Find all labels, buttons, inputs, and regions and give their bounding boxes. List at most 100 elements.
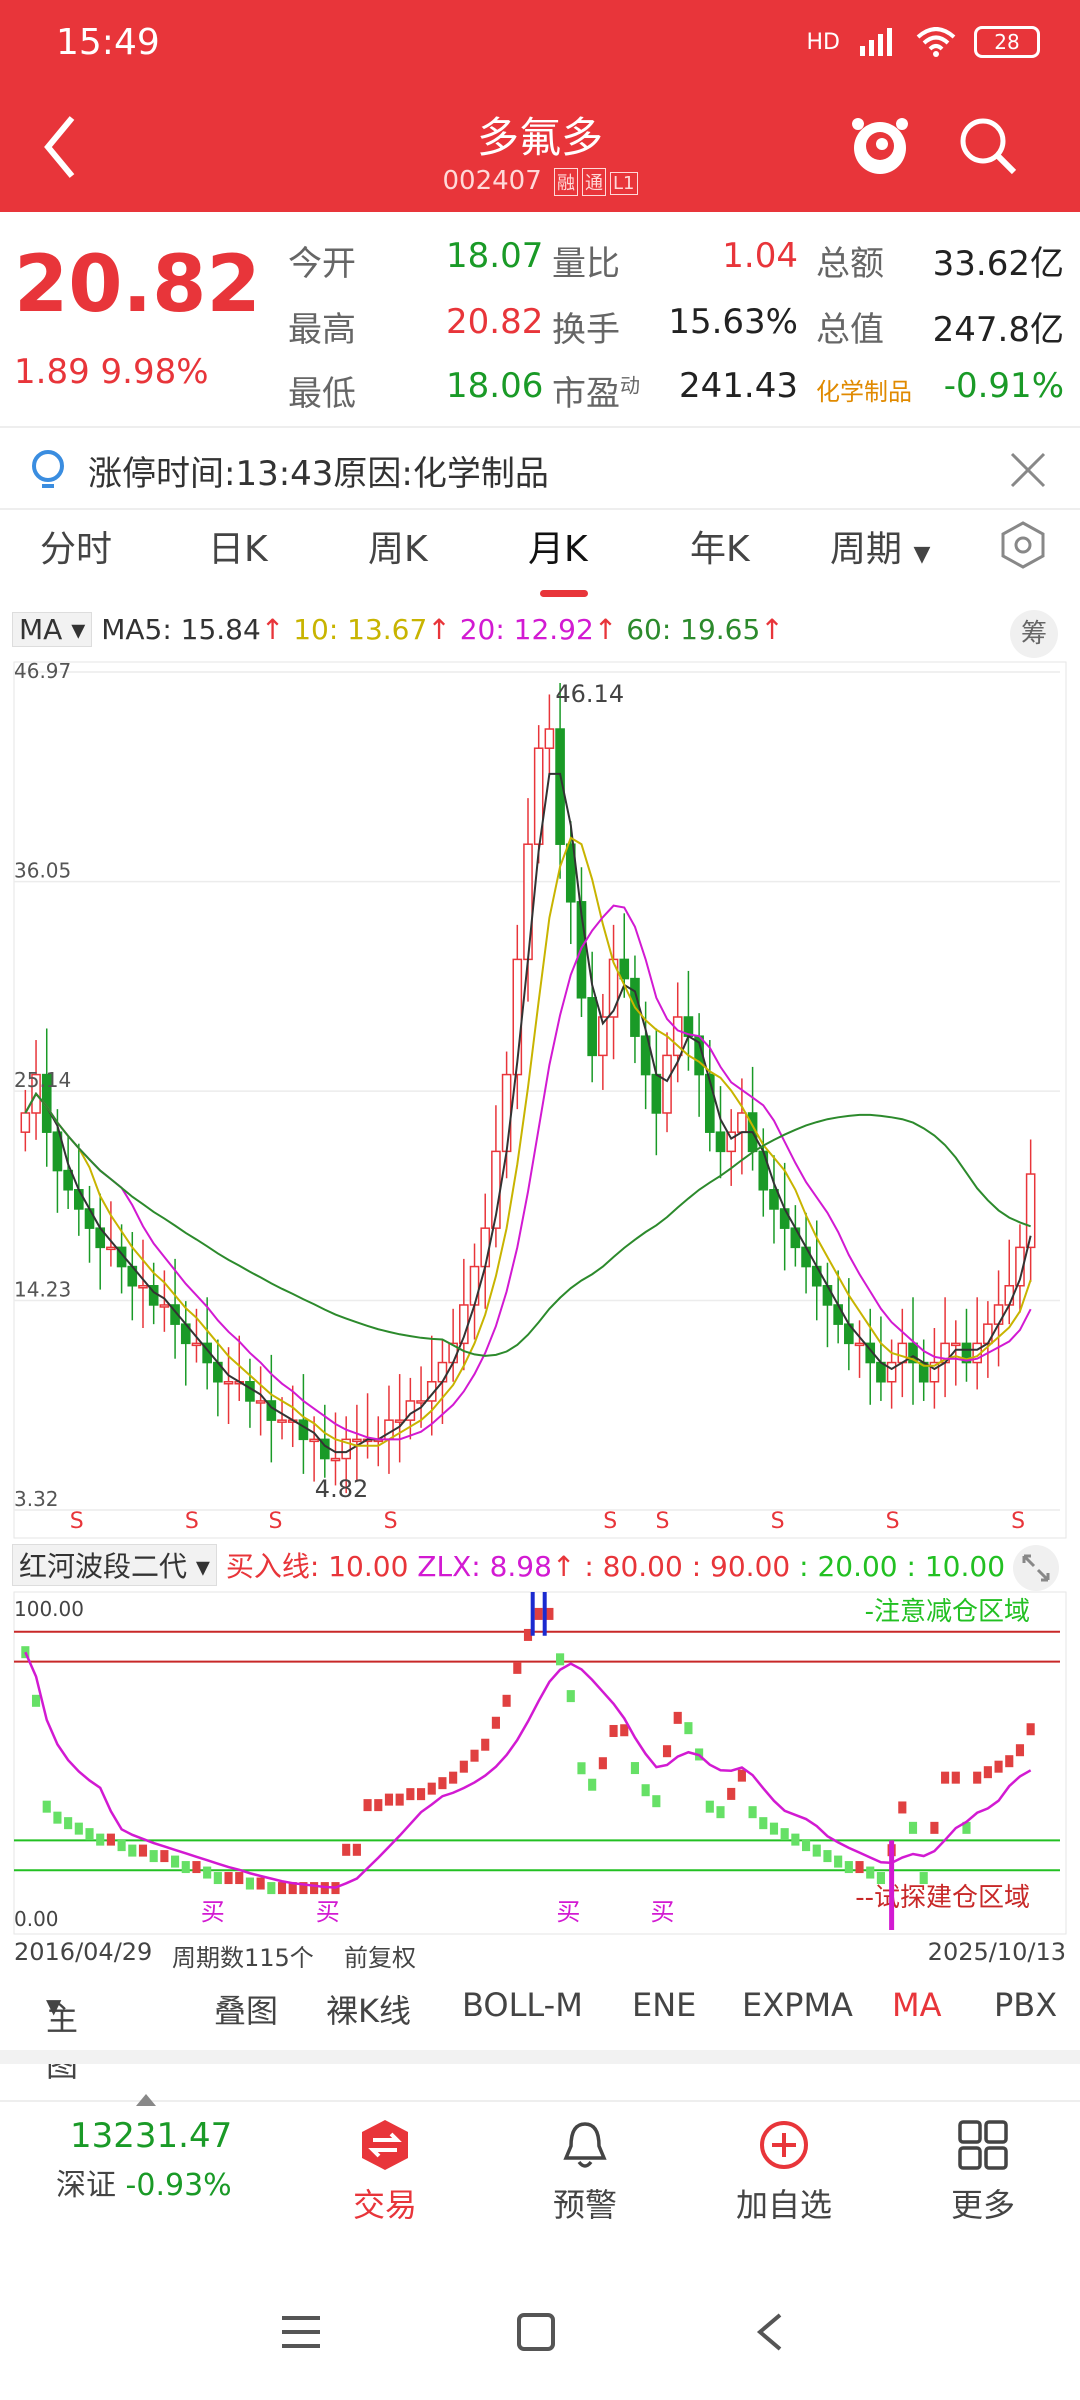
tab-weekly-k[interactable]: 周K <box>368 520 428 572</box>
settings-hexagon-icon[interactable] <box>998 520 1048 570</box>
overlay-toolbar: 主图 ▼ 叠图 裸K线 BOLL-M ENE EXPMA MA PBX <box>0 1978 1080 2084</box>
candle-body <box>277 1419 287 1423</box>
y-tick-label: 46.97 <box>14 660 71 683</box>
nav-add-label: 加自选 <box>735 2186 832 2224</box>
start-date: 2016/04/29 <box>14 1938 153 1966</box>
level-10: : 10.00 <box>906 1550 1006 1583</box>
level-90: : 90.00 <box>691 1550 791 1583</box>
s-mark: S <box>185 1509 199 1534</box>
ma-selector-label: MA <box>19 613 63 646</box>
y-tick-label: 3.32 <box>14 1487 59 1511</box>
tab-intraday[interactable]: 分时 <box>40 520 112 572</box>
index-change: -0.93% <box>125 2168 232 2203</box>
nav-trade[interactable]: 交易 <box>330 2118 440 2226</box>
tool-ma[interactable]: MA <box>892 1986 942 2024</box>
s-mark: S <box>269 1509 283 1534</box>
indicator-bar <box>149 1850 158 1863</box>
nav-alert[interactable]: 预警 <box>530 2118 640 2226</box>
tab-monthly-k[interactable]: 月K <box>528 520 588 572</box>
indicator-bar <box>491 1716 500 1729</box>
candle-body <box>715 1131 726 1153</box>
indicator-bar <box>481 1738 490 1751</box>
expand-icon[interactable] <box>1012 1544 1060 1592</box>
index-info[interactable]: 深证 -0.93% <box>56 2160 232 2204</box>
candle-body <box>651 1073 662 1114</box>
indicator-bar <box>277 1882 287 1895</box>
back-nav-icon[interactable] <box>754 2312 784 2352</box>
tool-pbx[interactable]: PBX <box>994 1986 1057 2024</box>
s-mark: S <box>656 1509 670 1534</box>
stock-name: 多氟多 <box>476 113 603 162</box>
tool-boll-m[interactable]: BOLL-M <box>462 1986 583 2024</box>
industry-link[interactable]: 化学制品 <box>816 372 912 407</box>
nav-alert-label: 预警 <box>552 2186 617 2224</box>
kline-chart[interactable]: 46.97 36.05 25.14 14.23 3.32 46.14 4.82 S S S S S S S… <box>0 660 1080 1540</box>
nav-more[interactable]: 更多 <box>928 2118 1038 2226</box>
limit-up-notice: 涨停时间:13:43原因:化学制品 <box>88 454 549 494</box>
indicator-bar <box>85 1828 94 1841</box>
indicator-bar <box>652 1795 661 1808</box>
candle-body <box>619 958 630 980</box>
battery-indicator: 28 <box>974 26 1040 58</box>
close-icon[interactable] <box>1008 450 1048 490</box>
tool-naked-k[interactable]: 裸K线 <box>326 1986 411 2032</box>
search-icon[interactable] <box>956 114 1020 178</box>
indicator-bar <box>630 1762 640 1775</box>
indicator-bar <box>834 1855 843 1868</box>
indicator-selector[interactable]: 红河波段二代 ▾ <box>12 1544 217 1586</box>
add-circle-icon <box>760 2121 808 2169</box>
section-gap <box>0 2050 1080 2064</box>
index-value[interactable]: 13231.47 <box>70 2116 232 2156</box>
tab-yearly-k[interactable]: 年K <box>690 520 750 572</box>
value-volume-ratio: 1.04 <box>722 236 798 276</box>
tool-ene[interactable]: ENE <box>632 1986 696 2024</box>
y-tick-label: 36.05 <box>14 859 71 883</box>
bottom-nav: 13231.47 深证 -0.93% 交易 预警 加自选 更多 <box>0 2094 1080 2230</box>
candle-body <box>20 1112 31 1133</box>
indicator-bar <box>673 1711 682 1724</box>
indicator-bar <box>823 1850 832 1863</box>
y-tick-label: 25.14 <box>14 1068 71 1092</box>
indicator-bar <box>117 1839 126 1852</box>
indicator-bar <box>769 1822 779 1835</box>
indicator-selector-label: 红河波段二代 <box>19 1550 188 1583</box>
indicator-bar <box>609 1724 618 1737</box>
candle-body <box>223 1381 234 1385</box>
tool-expma[interactable]: EXPMA <box>742 1986 853 2024</box>
zlx-line <box>24 1651 1032 1889</box>
indicator-bar <box>74 1822 83 1835</box>
warning-zone-label: -注意减仓区域 <box>865 1597 1030 1627</box>
buy-line-value: 买入线: 10.00 <box>225 1550 409 1583</box>
indicator-bar <box>267 1882 276 1895</box>
chip-distribution-button[interactable]: 筹 <box>1010 610 1058 658</box>
ma-selector[interactable]: MA ▾ <box>12 612 93 647</box>
value-turnover-rate: 15.63% <box>668 302 798 342</box>
menu-icon[interactable] <box>280 2314 322 2350</box>
value-turnover-amount: 33.62亿 <box>932 244 1064 284</box>
label-volume-ratio: 量比 <box>552 244 620 284</box>
adjust-mode[interactable]: 前复权 <box>344 1938 416 1973</box>
indicator-bar <box>598 1757 607 1770</box>
home-icon[interactable] <box>516 2312 556 2352</box>
assistant-mascot-icon[interactable] <box>848 110 912 182</box>
build-zone-label: --试探建仓区域 <box>855 1883 1030 1913</box>
indicator-bar <box>459 1760 468 1773</box>
caret-up-icon <box>136 2094 156 2106</box>
candle-body <box>897 1342 908 1364</box>
indicator-bar <box>983 1766 992 1779</box>
tab-daily-k[interactable]: 日K <box>208 520 268 572</box>
tool-overlay[interactable]: 叠图 <box>214 1986 278 2032</box>
s-mark: S <box>603 1509 617 1534</box>
candle-body <box>84 1208 95 1229</box>
tag-tong: 通 <box>582 168 607 196</box>
caret-down-icon: ▼ <box>46 1994 62 2018</box>
indicator-bar <box>898 1801 907 1814</box>
label-turnover-amount: 总额 <box>816 244 884 284</box>
buy-mark: 买 <box>556 1898 580 1926</box>
indicator-bar <box>780 1828 789 1841</box>
candle-body <box>833 1304 843 1325</box>
label-market-cap: 总值 <box>816 310 884 350</box>
nav-add-watchlist[interactable]: 加自选 <box>724 2118 844 2226</box>
tab-period-dropdown[interactable]: 周期 ▼ <box>830 520 930 572</box>
indicator-chart[interactable]: 100.00 0.00 -注意减仓区域 --试探建仓区域买 买 买 买 <box>0 1590 1080 1936</box>
